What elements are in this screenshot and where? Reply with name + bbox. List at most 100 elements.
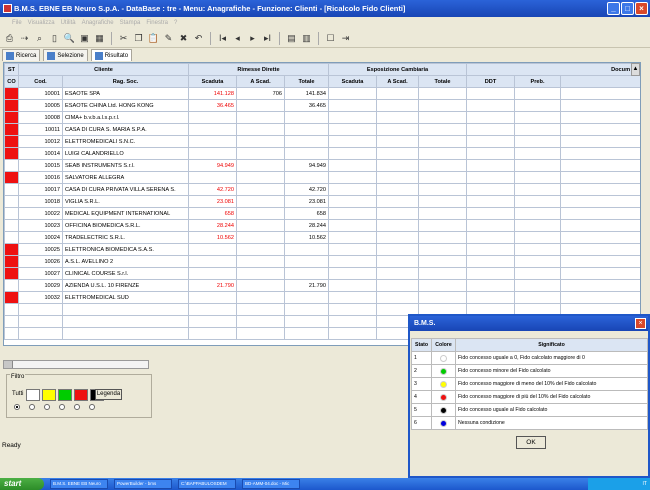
save-icon[interactable]: ▣ (78, 32, 91, 45)
maximize-button[interactable]: □ (621, 2, 634, 15)
taskbar-item[interactable]: B.M.S. EBNE EB Neuro (50, 479, 108, 489)
search-icon[interactable]: ⌕ (33, 32, 46, 45)
delete-icon[interactable]: ✖ (177, 32, 190, 45)
ragsoc-header[interactable]: Rag. Soc. (62, 75, 189, 88)
paste-icon[interactable]: 📋 (147, 32, 160, 45)
table-icon[interactable]: ▤ (285, 32, 298, 45)
co-header[interactable]: CO (4, 75, 19, 88)
filter-swatch-white[interactable] (26, 388, 40, 401)
taskbar-item[interactable]: C:\BAPPABULOSDEM (178, 479, 236, 489)
filter-swatch-green[interactable] (58, 388, 72, 401)
legenda-button[interactable]: Legenda (95, 389, 122, 400)
start-button[interactable]: start (0, 478, 44, 490)
find-icon[interactable]: 🔍 (63, 32, 76, 45)
menu-utilita[interactable]: Utilità (61, 20, 76, 26)
ok-button[interactable]: OK (516, 436, 546, 449)
tutti-label[interactable]: Tutti (12, 388, 24, 401)
dialog-close-button[interactable]: × (635, 318, 646, 329)
arrow-icon[interactable]: ⇢ (18, 32, 31, 45)
scaduta-cell: 21.790 (188, 279, 237, 292)
table-row[interactable]: 10014 LUIGI CALANDRIELLO (4, 147, 640, 160)
table-row[interactable]: 10029 AZIENDA U.S.L. 10 FIRENZE 21.790 21.7… (4, 279, 640, 292)
cut-icon[interactable]: ✂ (117, 32, 130, 45)
menu-finestra[interactable]: Finestra (146, 20, 168, 26)
filter-radio-white[interactable] (29, 404, 35, 410)
table-row[interactable]: 10022 MEDICAL EQUIPMENT INTERNATIONAL 658 6… (4, 207, 640, 220)
scaduta-cambiaria-header[interactable]: Scaduta (328, 75, 377, 88)
ascad-header[interactable]: A Scad. (236, 75, 285, 88)
close-button[interactable]: × (635, 2, 648, 15)
minimize-button[interactable]: _ (607, 2, 620, 15)
table-row[interactable]: 10027 CLINICAL COURSE S.r.l. (4, 267, 640, 280)
filter-radio-red[interactable] (74, 404, 80, 410)
cliente-group-header[interactable]: Cliente (18, 63, 189, 76)
filter-swatch-red[interactable] (74, 388, 88, 401)
filter-swatch-yellow[interactable] (42, 388, 56, 401)
table-row[interactable]: 10018 VIGLIA S.R.L. 23.081 23.081 (4, 195, 640, 208)
undo-icon[interactable]: ↶ (192, 32, 205, 45)
next-record-icon[interactable]: ▸ (246, 32, 259, 45)
language-indicator[interactable]: IT (643, 481, 647, 487)
table-row[interactable]: 10005 ESAOTE CHINA Ltd. HONG KONG 36.465 36… (4, 99, 640, 112)
print-icon[interactable]: ⎙ (3, 32, 16, 45)
table-row[interactable]: 10023 OFFICINA BIOMEDICA S.R.L. 28.244 28.2… (4, 219, 640, 232)
menu-anagrafiche[interactable]: Anagrafiche (82, 20, 114, 26)
menu-stampa[interactable]: Stampa (120, 20, 141, 26)
scaduta-header[interactable]: Scaduta (188, 75, 237, 88)
previous-record-icon[interactable]: ◂ (231, 32, 244, 45)
tab-selezione[interactable]: Selezione (43, 49, 88, 61)
ascad-cambiaria-header[interactable]: A Scad. (376, 75, 419, 88)
filter-radio-tutti[interactable] (14, 404, 20, 410)
scaduta-cell: 10.562 (188, 231, 237, 244)
menu-visualizza[interactable]: Visualizza (28, 20, 55, 26)
edit-icon[interactable]: ✎ (162, 32, 175, 45)
copy-icon[interactable]: ❐ (132, 32, 145, 45)
menu-file[interactable]: File (12, 20, 22, 26)
scroll-up-button[interactable]: ▲ (631, 63, 640, 76)
totale-cell (284, 147, 329, 160)
rimesse-group-header[interactable]: Rimesse Dirette (188, 63, 329, 76)
dialog-titlebar[interactable]: B.M.S. (410, 316, 648, 331)
table-row[interactable]: 10016 SALVATORE ALLEGRA (4, 171, 640, 184)
exit-icon[interactable]: ⇥ (339, 32, 352, 45)
docum-group-header[interactable]: Docum (466, 63, 640, 76)
esposizione-group-header[interactable]: Esposizione Cambiaria (327, 63, 468, 76)
table-row[interactable]: 10017 CASA DI CURA PRIVATA VILLA SERENA S… (4, 183, 640, 196)
table-row[interactable]: 10012 ELETTROMEDICALI S.N.C. (4, 135, 640, 148)
window-icon[interactable]: ☐ (324, 32, 337, 45)
new-icon[interactable]: ▯ (48, 32, 61, 45)
taskbar-item[interactable]: PowerBuilder - bms (114, 479, 172, 489)
menu-help[interactable]: ? (174, 20, 177, 26)
table-row[interactable]: 10011 CASA DI CURA S. MARIA S.P.A. (4, 123, 640, 136)
table-row[interactable]: 10026 A.S.L. AVELLINO 2 (4, 255, 640, 268)
filter-radio-green[interactable] (59, 404, 65, 410)
tab-ricerca[interactable]: Ricerca (2, 49, 41, 61)
totale-cambiaria-cell (417, 231, 468, 244)
table-row[interactable]: 10032 ELETTROMEDICAL SUD (4, 291, 640, 304)
table-row[interactable]: 10024 TRADELECTRIC S.R.L. 10.562 10.562 (4, 231, 640, 244)
window-titlebar[interactable]: B.M.S. EBNE EB Neuro S.p.A. - DataBase :… (0, 0, 650, 17)
totale-cambiaria-header[interactable]: Totale (417, 75, 468, 88)
table-row[interactable]: 10015 SEAB INSTRUMENTS S.r.l. 94.949 94.949 (4, 159, 640, 172)
cod-header[interactable]: Cod. (18, 75, 63, 88)
colore-cell (431, 390, 456, 404)
chart-icon[interactable]: ▥ (300, 32, 313, 45)
ragsoc-cell: SALVATORE ALLEGRA (62, 171, 189, 184)
filter-radio-yellow[interactable] (44, 404, 50, 410)
ragsoc-cell: CASA DI CURA S. MARIA S.P.A. (62, 123, 189, 136)
table-row[interactable]: 10025 ELETTRONICA BIOMEDICA S.A.S. (4, 243, 640, 256)
st-header[interactable]: ST (4, 63, 19, 76)
preb-header[interactable]: Preb. (514, 75, 562, 88)
first-record-icon[interactable]: I◂ (216, 32, 229, 45)
totale-header[interactable]: Totale (284, 75, 329, 88)
horizontal-scrollbar[interactable] (3, 360, 149, 369)
table-row[interactable]: 10001 ESAOTE SPA 141.128 706 141.834 (4, 87, 640, 100)
scrollbar-thumb[interactable] (4, 361, 13, 368)
tab-risultato[interactable]: Risultato (90, 49, 133, 61)
last-record-icon[interactable]: ▸I (261, 32, 274, 45)
taskbar-item[interactable]: BD-AMM-04.doc - Mic (242, 479, 300, 489)
grid-icon[interactable]: ▦ (93, 32, 106, 45)
ddt-header[interactable]: DDT (466, 75, 516, 88)
table-row[interactable]: 10008 CIMA+ b.v.b.a.l.s.p.r.l. (4, 111, 640, 124)
filter-radio-black[interactable] (89, 404, 95, 410)
